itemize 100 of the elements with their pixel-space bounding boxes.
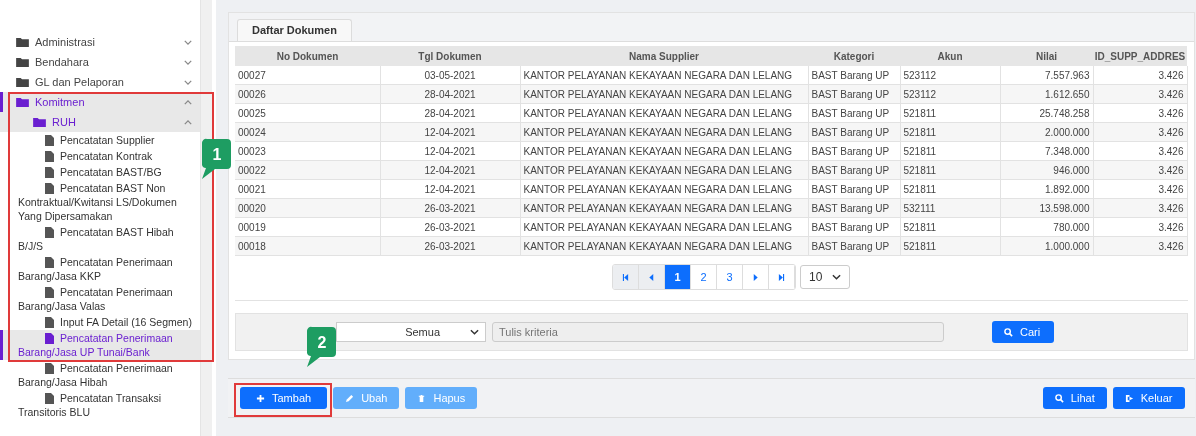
menu-item[interactable]: Pencatatan Penerimaan Barang/Jasa UP Tunai/Bank bbox=[0, 330, 200, 360]
menu-item[interactable]: Pencatatan BAST Non Kontraktual/Kwitansi LS/Dokumen Yang Dipersamakan bbox=[0, 180, 200, 224]
column-header[interactable]: Akun bbox=[900, 46, 1000, 66]
document-icon bbox=[45, 227, 54, 238]
table-cell: BAST Barang UP bbox=[808, 217, 900, 237]
column-header[interactable]: Tgl Dokumen bbox=[380, 46, 520, 66]
folder-icon bbox=[16, 97, 29, 107]
plus-icon bbox=[256, 393, 265, 403]
folder-icon bbox=[16, 37, 29, 47]
exit-button[interactable]: Keluar bbox=[1112, 387, 1185, 409]
document-icon bbox=[45, 183, 54, 194]
chevron-icon bbox=[184, 79, 192, 85]
document-icon bbox=[45, 287, 54, 298]
table-cell: 7.557.963 bbox=[1000, 66, 1093, 85]
table-cell: KANTOR PELAYANAN KEKAYAAN NEGARA DAN LELANG bbox=[520, 217, 808, 237]
table-cell: 3.426 bbox=[1093, 103, 1187, 123]
skip-arrow-icon bbox=[622, 273, 630, 281]
table-cell: 7.348.000 bbox=[1000, 141, 1093, 161]
folder-icon bbox=[33, 117, 46, 127]
chevron-icon bbox=[184, 39, 192, 45]
table-cell: 523112 bbox=[900, 66, 1000, 85]
page-size-select[interactable]: 10 bbox=[800, 265, 851, 289]
triangle-arrow-icon bbox=[648, 273, 656, 281]
triangle-arrow-icon bbox=[752, 273, 760, 281]
table-cell: 00019 bbox=[235, 217, 380, 237]
menu-item[interactable]: Pencatatan BAST Hibah B/J/S bbox=[0, 224, 200, 254]
table-cell: BAST Barang UP bbox=[808, 103, 900, 123]
menu-item[interactable]: GL dan Pelaporan bbox=[0, 72, 200, 92]
folder-icon bbox=[16, 57, 29, 67]
menu-item[interactable]: Administrasi bbox=[0, 32, 200, 52]
document-icon bbox=[45, 135, 54, 146]
menu-item[interactable]: Pencatatan Supplier bbox=[0, 132, 200, 148]
table-cell: 26-03-2021 bbox=[380, 217, 520, 237]
table-cell: 00023 bbox=[235, 141, 380, 161]
table-cell: KANTOR PELAYANAN KEKAYAAN NEGARA DAN LELANG bbox=[520, 103, 808, 123]
table-cell: 00025 bbox=[235, 103, 380, 123]
menu-item[interactable]: Pencatatan BAST/BG bbox=[0, 164, 200, 180]
document-icon bbox=[45, 363, 54, 374]
table-cell: KANTOR PELAYANAN KEKAYAAN NEGARA DAN LELANG bbox=[520, 179, 808, 199]
column-header[interactable]: Nilai bbox=[1000, 46, 1093, 66]
search-button[interactable]: Cari bbox=[992, 321, 1054, 343]
chevron-icon bbox=[184, 99, 192, 105]
document-icon bbox=[45, 167, 54, 178]
menu-item[interactable]: Pencatatan Transaksi Transitoris BLU bbox=[0, 390, 200, 420]
column-header[interactable]: No Dokumen bbox=[235, 46, 380, 66]
trash-icon bbox=[417, 393, 427, 403]
document-icon bbox=[45, 317, 54, 328]
table-cell: 3.426 bbox=[1093, 66, 1187, 85]
table-cell: 12-04-2021 bbox=[380, 179, 520, 199]
chevron-icon bbox=[184, 119, 192, 125]
table-cell: 780.000 bbox=[1000, 217, 1093, 237]
callout-marker: 1 bbox=[201, 138, 231, 180]
document-icon bbox=[45, 393, 54, 404]
chevron-icon bbox=[470, 329, 479, 335]
column-header[interactable]: Kategori bbox=[808, 46, 900, 66]
scrollbar[interactable] bbox=[200, 0, 212, 436]
table-cell: 521811 bbox=[900, 141, 1000, 161]
view-button[interactable]: Lihat bbox=[1042, 387, 1107, 409]
filter-select[interactable]: Semua bbox=[336, 322, 486, 342]
skip-arrow-icon bbox=[778, 273, 786, 281]
table-cell: 00027 bbox=[235, 66, 380, 85]
menu-item[interactable]: Input FA Detail (16 Segmen) bbox=[0, 314, 200, 330]
chevron-icon bbox=[832, 274, 842, 280]
table-cell: 12-04-2021 bbox=[380, 141, 520, 161]
menu-item[interactable]: Bendahara bbox=[0, 52, 200, 72]
table-cell: 00021 bbox=[235, 179, 380, 199]
panel-tab[interactable]: Daftar Dokumen bbox=[237, 19, 352, 41]
table-cell: 3.426 bbox=[1093, 179, 1187, 199]
add-button[interactable]: Tambah bbox=[240, 387, 328, 409]
table-cell: BAST Barang UP bbox=[808, 179, 900, 199]
document-icon bbox=[45, 257, 54, 268]
table-cell: 25.748.258 bbox=[1000, 103, 1093, 123]
menu-item[interactable]: Pencatatan Penerimaan Barang/Jasa KKP bbox=[0, 254, 200, 284]
document-icon bbox=[45, 333, 54, 344]
menu-item[interactable]: Pencatatan Kontrak bbox=[0, 148, 200, 164]
callout-marker: 2 bbox=[306, 326, 336, 368]
folder-icon bbox=[16, 77, 29, 87]
document-icon bbox=[45, 151, 54, 162]
table-cell: 3.426 bbox=[1093, 141, 1187, 161]
search-icon bbox=[1004, 327, 1013, 337]
search-field[interactable]: Tulis kriteria bbox=[492, 322, 944, 342]
table-cell: 521811 bbox=[900, 217, 1000, 237]
table-cell: 03-05-2021 bbox=[380, 66, 520, 85]
table-cell: BAST Barang UP bbox=[808, 66, 900, 85]
chevron-icon bbox=[184, 59, 192, 65]
page-button[interactable]: 1 bbox=[665, 265, 692, 289]
search-icon bbox=[1054, 393, 1064, 403]
menu-item[interactable]: RUH bbox=[0, 112, 200, 132]
table-cell: 3.426 bbox=[1093, 217, 1187, 237]
pencil-icon bbox=[345, 393, 355, 403]
table-cell: KANTOR PELAYANAN KEKAYAAN NEGARA DAN LELANG bbox=[520, 66, 808, 85]
menu-item[interactable]: Pencatatan Penerimaan Barang/Jasa Hibah bbox=[0, 360, 200, 390]
column-header[interactable]: Nama Supplier bbox=[520, 46, 808, 66]
exit-icon bbox=[1124, 393, 1134, 403]
menu-item[interactable]: Pencatatan Penerimaan Barang/Jasa Valas bbox=[0, 284, 200, 314]
menu-item[interactable]: Komitmen bbox=[0, 92, 200, 112]
table-cell: 1.892.000 bbox=[1000, 179, 1093, 199]
column-header[interactable]: ID_SUPP_ADDRES bbox=[1093, 46, 1187, 66]
table-cell: 521811 bbox=[900, 103, 1000, 123]
table-cell: 28-04-2021 bbox=[380, 103, 520, 123]
